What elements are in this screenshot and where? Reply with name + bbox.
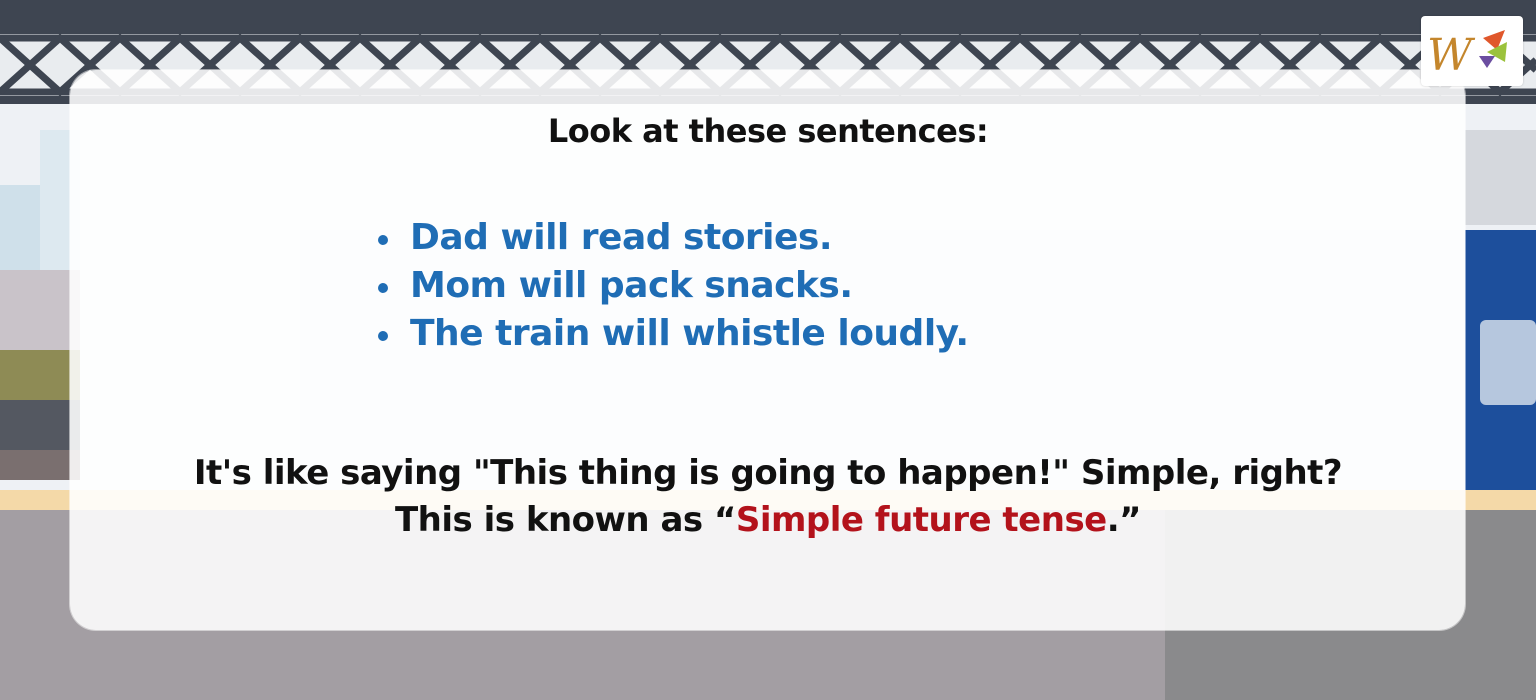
example-sentences-list: Dad will read stories. Mom will pack sna… bbox=[378, 214, 969, 358]
tense-name-highlight: Simple future tense bbox=[735, 500, 1107, 540]
explanation-line-1: It's like saying "This thing is going to… bbox=[193, 453, 1343, 493]
list-item: Dad will read stories. bbox=[378, 214, 969, 262]
w-brand-logo-icon: W bbox=[1427, 30, 1507, 81]
list-item: The train will whistle loudly. bbox=[378, 310, 969, 358]
explanation-line-2: This is known as “Simple future tense.” bbox=[0, 500, 1536, 540]
explanation-prefix: This is known as “ bbox=[394, 500, 736, 540]
brand-logo: W bbox=[1421, 16, 1523, 86]
svg-text:W: W bbox=[1427, 30, 1476, 81]
explanation-suffix: .” bbox=[1106, 500, 1142, 540]
heading: Look at these sentences: bbox=[547, 112, 989, 150]
list-item: Mom will pack snacks. bbox=[378, 262, 969, 310]
